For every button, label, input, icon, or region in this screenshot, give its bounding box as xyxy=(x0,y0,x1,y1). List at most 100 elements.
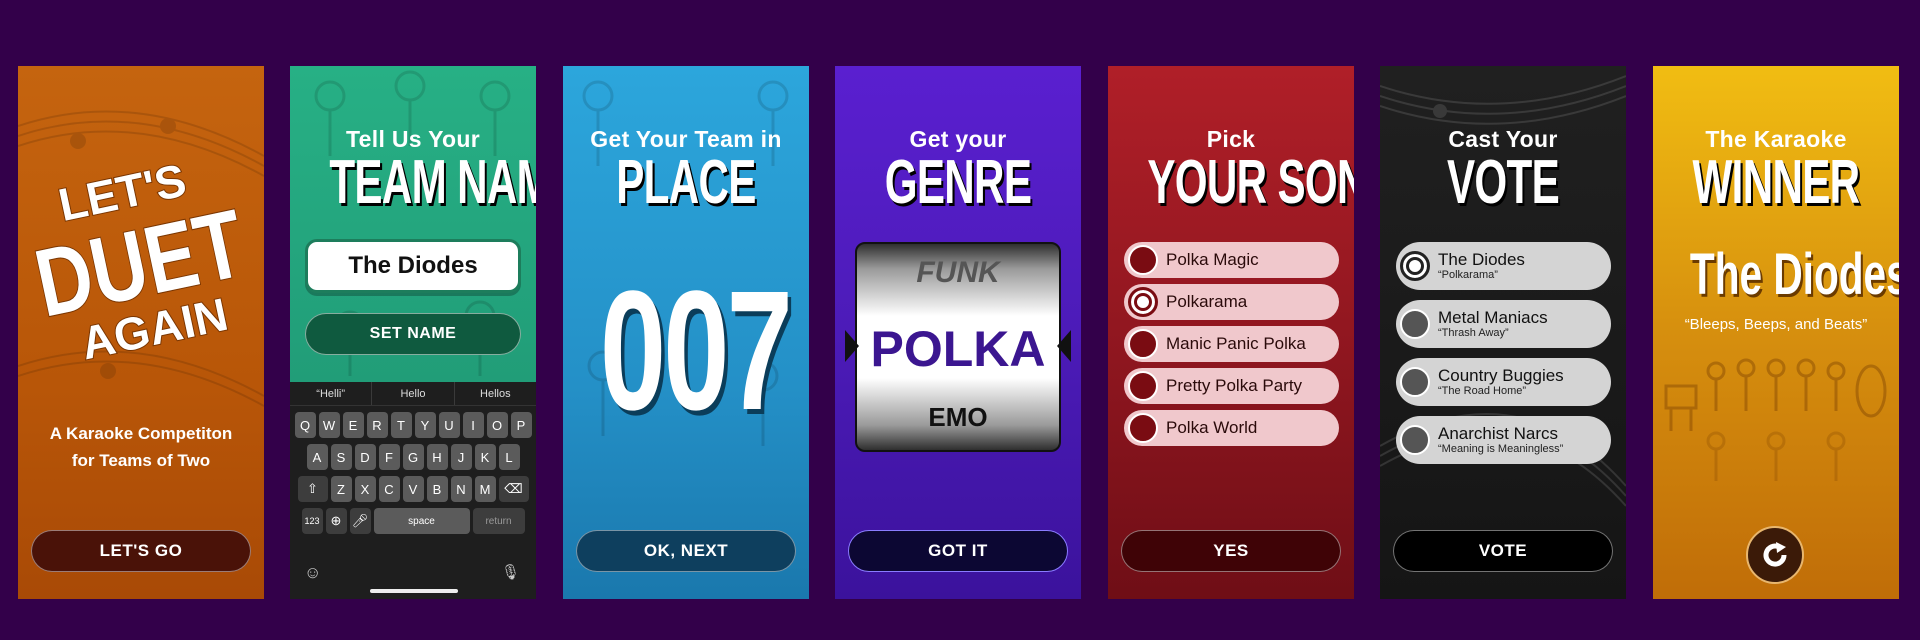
yes-button[interactable]: YES xyxy=(1121,530,1341,572)
on-screen-keyboard: “Helli” Hello Hellos QWERTYUIOP ASDFGHJK… xyxy=(290,382,536,599)
team-name-input[interactable]: The Diodes xyxy=(305,239,521,293)
key-f[interactable]: F xyxy=(378,444,400,470)
slot-pointer-right-icon xyxy=(1057,330,1071,362)
return-key[interactable]: return xyxy=(472,508,525,534)
key-m[interactable]: M xyxy=(474,476,496,502)
key-z[interactable]: Z xyxy=(330,476,352,502)
space-key[interactable]: space xyxy=(373,508,470,534)
winner-screen: The Karaoke WINNER The Diodes “Bleeps, B… xyxy=(1653,66,1899,599)
key-n[interactable]: N xyxy=(450,476,472,502)
shift-key[interactable]: ⇧ xyxy=(297,476,328,502)
radio-button-icon[interactable] xyxy=(1400,251,1430,281)
key-b[interactable]: B xyxy=(426,476,448,502)
key-j[interactable]: J xyxy=(450,444,472,470)
song-label: Pretty Polka Party xyxy=(1166,376,1303,395)
key-u[interactable]: U xyxy=(438,412,460,438)
radio-button-icon[interactable] xyxy=(1400,367,1430,397)
key-row-2: ASDFGHJKL xyxy=(290,444,536,470)
key-h[interactable]: H xyxy=(426,444,448,470)
suggestion-2[interactable]: Hello xyxy=(372,382,455,405)
song-option[interactable]: Polka World xyxy=(1124,410,1339,446)
key-y[interactable]: Y xyxy=(414,412,436,438)
song-option[interactable]: Pretty Polka Party xyxy=(1124,368,1339,404)
slot-pointer-left-icon xyxy=(845,330,859,362)
key-t[interactable]: T xyxy=(390,412,412,438)
team-name-screen: Tell Us Your TEAM NAME The Diodes SET NA… xyxy=(290,66,536,599)
backspace-key[interactable]: ⌫ xyxy=(498,476,529,502)
key-x[interactable]: X xyxy=(354,476,376,502)
key-l[interactable]: L xyxy=(498,444,520,470)
team-song: “Polkarama” xyxy=(1438,269,1498,282)
song-list: Polka Magic Polkarama Manic Panic Polka Pre… xyxy=(1124,242,1339,452)
numbers-key[interactable]: 123 xyxy=(301,508,323,534)
vote-option-text: The Diodes “Polkarama” xyxy=(1438,249,1525,282)
vote-button[interactable]: VOTE xyxy=(1393,530,1613,572)
slot-drum: FUNK POLKA EMO xyxy=(855,242,1061,452)
heading-big: PLACE xyxy=(616,148,756,217)
dictation-icon[interactable]: 🎙︎ xyxy=(501,563,520,581)
vote-screen: Cast Your VOTE The Diodes “Polkarama” Meta… xyxy=(1380,66,1626,599)
lets-go-button[interactable]: LET'S GO xyxy=(31,530,251,572)
key-p[interactable]: P xyxy=(510,412,532,438)
vote-option[interactable]: Metal Maniacs “Thrash Away” xyxy=(1396,300,1611,348)
song-label: Polka Magic xyxy=(1166,250,1259,269)
team-song: “Meaning is Meaningless” xyxy=(1438,443,1564,456)
song-label: Manic Panic Polka xyxy=(1166,334,1306,353)
key-a[interactable]: A xyxy=(306,444,328,470)
radio-button-icon[interactable] xyxy=(1128,287,1158,317)
vote-option[interactable]: Anarchist Narcs “Meaning is Meaningless” xyxy=(1396,416,1611,464)
radio-button-icon[interactable] xyxy=(1128,245,1158,275)
key-w[interactable]: W xyxy=(318,412,340,438)
replay-button[interactable] xyxy=(1746,526,1804,584)
heading-big: GENRE xyxy=(884,148,1032,217)
genre-slot-machine[interactable]: FUNK POLKA EMO xyxy=(845,242,1071,452)
team-name: Country Buggies xyxy=(1438,365,1564,385)
vote-option-text: Country Buggies “The Road Home” xyxy=(1438,365,1564,398)
suggestion-1[interactable]: “Helli” xyxy=(290,382,373,405)
song-option[interactable]: Polkarama xyxy=(1124,284,1339,320)
emoji-icon[interactable]: ☺ xyxy=(304,563,321,583)
key-c[interactable]: C xyxy=(378,476,400,502)
globe-icon[interactable]: ⊕ xyxy=(325,508,347,534)
set-name-button[interactable]: SET NAME xyxy=(305,313,521,355)
suggestion-3[interactable]: Hellos xyxy=(455,382,536,405)
vote-option[interactable]: The Diodes “Polkarama” xyxy=(1396,242,1611,290)
intro-screen: LET'S DUET AGAIN A Karaoke Competiton fo… xyxy=(18,66,264,599)
genre-screen: Get your GENRE FUNK POLKA EMO GOT IT xyxy=(835,66,1081,599)
radio-button-icon[interactable] xyxy=(1128,413,1158,443)
team-place-screen: Get Your Team in PLACE 007 OK, NEXT xyxy=(563,66,809,599)
key-d[interactable]: D xyxy=(354,444,376,470)
key-g[interactable]: G xyxy=(402,444,424,470)
refresh-icon xyxy=(1763,542,1787,567)
ok-next-button[interactable]: OK, NEXT xyxy=(576,530,796,572)
radio-button-icon[interactable] xyxy=(1128,329,1158,359)
song-label: Polka World xyxy=(1166,418,1258,437)
key-q[interactable]: Q xyxy=(294,412,316,438)
subtitle-line-2: for Teams of Two xyxy=(71,451,211,470)
key-v[interactable]: V xyxy=(402,476,424,502)
key-e[interactable]: E xyxy=(342,412,364,438)
key-s[interactable]: S xyxy=(330,444,352,470)
key-o[interactable]: O xyxy=(486,412,508,438)
radio-button-icon[interactable] xyxy=(1400,309,1430,339)
song-option[interactable]: Manic Panic Polka xyxy=(1124,326,1339,362)
genre-option-top: FUNK xyxy=(916,256,1000,289)
team-song: “The Road Home” xyxy=(1438,385,1527,398)
song-pick-screen: Pick YOUR SONG Polka MagicPolkaramaManic… xyxy=(1108,66,1354,599)
radio-button-icon[interactable] xyxy=(1400,425,1430,455)
song-option[interactable]: Polka Magic xyxy=(1124,242,1339,278)
vote-option-text: Metal Maniacs “Thrash Away” xyxy=(1438,308,1548,340)
radio-button-icon[interactable] xyxy=(1128,371,1158,401)
winner-song-title: “Bleeps, Beeps, and Beats” xyxy=(1684,316,1868,333)
microphone-icon[interactable]: 🎤︎ xyxy=(349,508,371,534)
heading-big: YOUR SONG xyxy=(1147,148,1354,217)
key-r[interactable]: R xyxy=(366,412,388,438)
subtitle-line-1: A Karaoke Competiton xyxy=(49,424,233,443)
vote-option[interactable]: Country Buggies “The Road Home” xyxy=(1396,358,1611,406)
team-number: 007 xyxy=(599,256,793,446)
got-it-button[interactable]: GOT IT xyxy=(848,530,1068,572)
heading-big: WINNER xyxy=(1692,148,1861,217)
team-name: The Diodes xyxy=(1438,249,1525,269)
key-k[interactable]: K xyxy=(474,444,496,470)
key-i[interactable]: I xyxy=(462,412,484,438)
